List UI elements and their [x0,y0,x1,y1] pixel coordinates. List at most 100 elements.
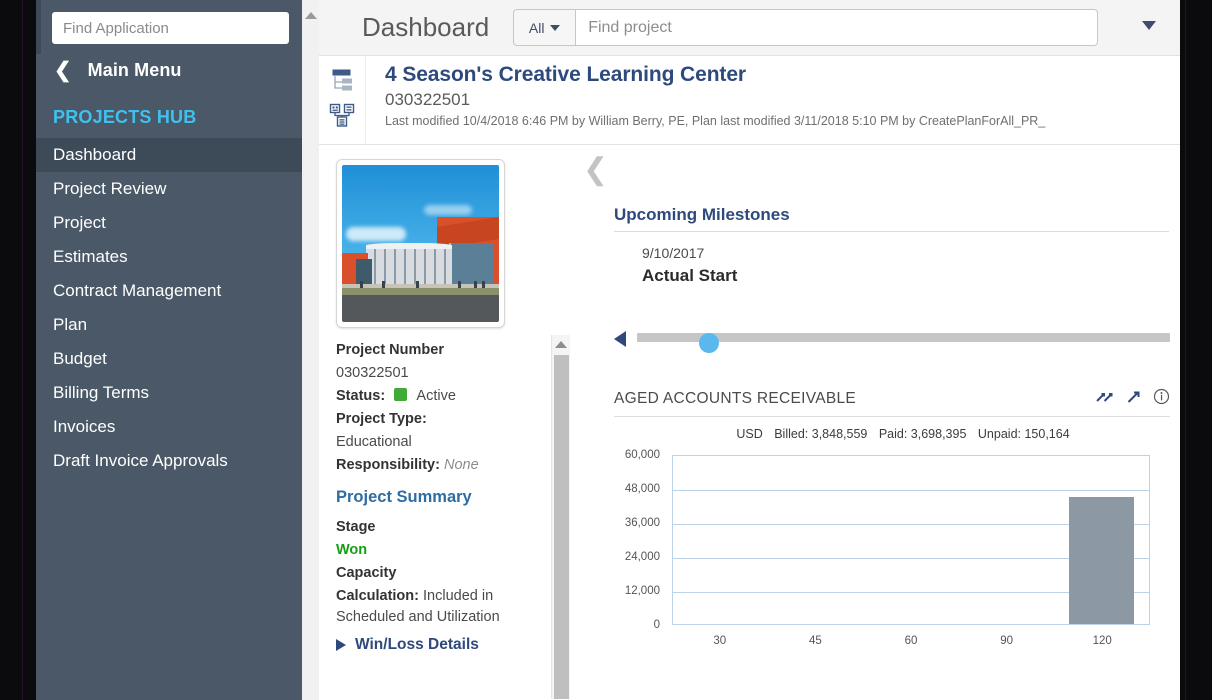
sidebar-scroll-indicator[interactable] [36,0,41,54]
triangle-right-icon [336,639,346,652]
search-scope-value: All [528,19,545,36]
project-meta: 4 Season's Creative Learning Center 0303… [366,56,1045,144]
project-summary-link[interactable]: Project Summary [336,486,532,510]
sidebar-item-project-review[interactable]: Project Review [36,172,319,206]
project-search-group: All [513,9,1099,46]
project-thumbnail[interactable] [336,159,505,328]
chart-header: AGED ACCOUNTS RECEIVABLE [614,388,1170,410]
detail-label: Stage [336,519,376,536]
sidebar-item-label: Project [53,213,106,232]
sidebar-item-label: Project Review [53,179,167,198]
chart-y-tick-label: 36,000 [624,517,660,529]
expand-double-arrow-icon[interactable] [1096,390,1115,409]
sidebar-item-budget[interactable]: Budget [36,342,319,376]
project-hierarchy-icon[interactable] [325,64,359,98]
chart-x-tick-label: 90 [1000,635,1013,647]
sidebar-item-label: Dashboard [53,145,137,164]
sidebar-search-wrap [36,0,319,44]
status-badge-icon [394,388,408,402]
chart-plot-area [672,455,1150,625]
upcoming-milestones-title: Upcoming Milestones [614,205,790,224]
detail-label: Status: [336,388,386,405]
window-frame-right-seam [1185,0,1186,700]
chart-divider [614,416,1170,417]
chart-paid: Paid: 3,698,395 [878,427,967,441]
sidebar-item-billing-terms[interactable]: Billing Terms [36,376,319,410]
sidebar: ❮ Main Menu PROJECTS HUB Dashboard Proje… [36,0,319,700]
chart-currency: USD [736,427,763,441]
project-last-modified: Last modified 10/4/2018 6:46 PM by Willi… [385,114,1046,128]
detail-value: None [443,457,479,474]
aged-accounts-receivable-card: AGED ACCOUNTS RECEIVABLE USD Billed: 3,8… [614,388,1170,655]
sidebar-item-estimates[interactable]: Estimates [36,240,319,274]
chart-x-axis-labels: 30 45 60 90 120 [672,635,1150,655]
chart-y-tick-label: 12,000 [624,585,660,597]
chart-x-tick-label: 30 [713,635,727,647]
sidebar-item-label: Draft Invoice Approvals [53,451,228,470]
sidebar-item-invoices[interactable]: Invoices [36,410,319,444]
chart-x-tick-label: 60 [904,635,918,647]
chart-y-tick-label: 0 [653,619,660,631]
dashboard-panel: ❮ Upcoming Milestones 9/10/2017 Actual S… [570,145,1180,699]
project-header: 4 Season's Creative Learning Center 0303… [319,56,1180,145]
sidebar-item-contract-management[interactable]: Contract Management [36,274,319,308]
detail-status: Status: Active [336,386,532,407]
sidebar-scrollbar[interactable] [302,0,319,700]
project-header-icons [319,56,366,144]
sidebar-item-project[interactable]: Project [36,206,319,240]
timeline-slider-thumb[interactable] [699,333,719,353]
chart-bar[interactable] [1069,496,1134,624]
main-content: Dashboard All Find project 4 Season's Cr… [319,0,1180,700]
timeline-previous-arrow-icon[interactable] [614,331,626,347]
info-icon[interactable] [1153,388,1170,410]
main-menu-label: Main Menu [87,60,182,80]
collapse-panel-chevron-icon[interactable]: ❮ [583,155,608,185]
chevron-down-icon [550,24,561,31]
win-loss-details-toggle[interactable]: Win/Loss Details [336,634,532,656]
sidebar-item-draft-invoice-approvals[interactable]: Draft Invoice Approvals [36,444,319,478]
chart-billed: Billed: 3,848,559 [774,427,868,441]
sidebar-item-label: Billing Terms [53,383,150,402]
aged-ar-bar-chart: 0 12,000 24,000 36,000 48,000 60,000 30 45 60 90… [614,449,1170,655]
page-title: Dashboard [362,12,490,42]
detail-project-number: Project Number [336,340,532,361]
timeline-slider-track[interactable] [637,333,1170,353]
milestone-name: Actual Start [642,266,738,285]
sidebar-item-label: Estimates [53,247,128,266]
detail-panel-scrollbar[interactable] [551,335,570,699]
scroll-up-arrow-icon[interactable] [304,12,317,19]
project-thumbnail-image [342,165,499,322]
app-window: ❮ Main Menu PROJECTS HUB Dashboard Proje… [0,0,1212,700]
win-loss-details-label: Win/Loss Details [355,636,479,654]
detail-calculation: Calculation: Included in Scheduled and U… [336,586,532,628]
milestone-timeline-slider[interactable] [614,328,1170,353]
project-detail-panel: Project Number 030322501 Status: Active … [319,145,570,699]
find-project-dropdown-icon[interactable] [1142,21,1156,30]
chart-unpaid: Unpaid: 150,164 [977,427,1070,441]
detail-project-type-value: Educational [336,432,532,453]
detail-value: Won [336,542,368,559]
sidebar-item-dashboard[interactable]: Dashboard [36,138,319,172]
detail-capacity: Capacity [336,563,532,584]
open-in-new-arrow-icon[interactable] [1127,390,1141,409]
project-details-list: Project Number 030322501 Status: Active … [336,340,532,657]
chart-action-icons [1096,388,1170,410]
scrollbar-thumb[interactable] [554,355,569,699]
detail-responsibility: Responsibility: None [336,455,532,476]
projects-hub-heading: PROJECTS HUB [53,107,197,127]
project-name[interactable]: 4 Season's Creative Learning Center [385,63,1045,87]
detail-label: Calculation: [336,588,419,605]
project-structure-icon[interactable] [325,98,359,132]
find-project-input[interactable] [575,9,1099,46]
main-menu-back-button[interactable]: ❮ Main Menu [36,44,319,81]
project-number-header: 030322501 [385,90,471,109]
detail-value: Active [416,388,456,405]
scroll-up-arrow-icon[interactable] [555,341,567,348]
detail-stage: Stage [336,517,532,538]
chart-gridline [673,490,1149,491]
search-scope-select[interactable]: All [513,9,576,46]
detail-project-number-value: 030322501 [336,363,532,384]
sidebar-nav-list: Dashboard Project Review Project Estimat… [36,138,319,478]
sidebar-item-plan[interactable]: Plan [36,308,319,342]
find-application-input[interactable] [52,12,289,44]
